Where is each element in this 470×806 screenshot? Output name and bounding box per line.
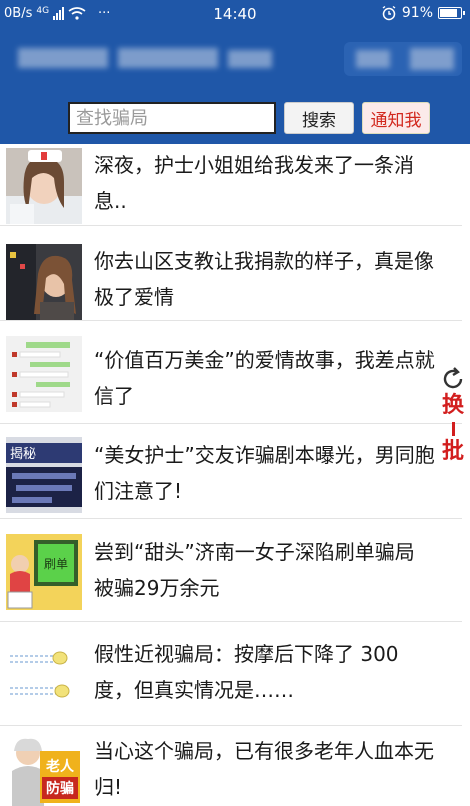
cartoon-scam-thumbnail: 刷单 [6,534,82,610]
notify-button[interactable]: 通知我 [362,102,430,134]
list-item[interactable]: 揭秘 “美女护士”交友诈骗剧本曝光，男同胞们注意了! [0,427,462,519]
alarm-icon [382,5,396,21]
screen-label: 刷单 [44,557,68,571]
list-item[interactable]: 刷单 尝到“甜头”济南一女子深陷刷单骗局 被骗29万余元 [0,522,462,622]
battery-icon [438,7,465,19]
diagram-thumbnail [6,636,82,712]
chat-screenshot-thumbnail [6,336,82,412]
elderly-label-bottom: 防骗 [46,780,74,797]
refresh-icon [443,367,463,389]
article-title: “价值百万美金”的爱情故事，我差点就信了 [94,348,435,408]
status-bar: 0B/s 4G ··· 14:40 91% [0,0,470,28]
list-item[interactable]: 假性近视骗局：按摩后下降了 300 度，但真实情况是…… [0,626,462,726]
list-item[interactable]: 你去山区支教让我捐款的样子，真是像极了爱情 [0,231,462,321]
elderly-label-top: 老人 [46,758,75,775]
search-button[interactable]: 搜索 [284,102,354,134]
blurred-title [228,50,272,68]
status-right: 91% [381,5,465,21]
banner-label: 揭秘 [10,447,36,462]
battery-fill [440,9,458,17]
elderly-scam-thumbnail: 老人 防骗 [6,733,82,806]
blurred-title [18,48,108,68]
refresh-label-top: 换 [441,393,464,418]
blurred-account [410,48,454,70]
article-title: 尝到“甜头”济南一女子深陷刷单骗局 被骗29万余元 [94,540,415,600]
refresh-batch-button[interactable]: 换 批 [437,366,469,486]
article-title: 假性近视骗局：按摩后下降了 300 度，但真实情况是…… [94,642,399,702]
blurred-account [356,50,390,68]
article-title: 当心这个骗局，已有很多老年人血本无归! [94,739,434,799]
blurred-title [118,48,218,68]
nurse-photo-thumbnail [6,148,82,224]
news-banner-thumbnail: 揭秘 [6,437,82,513]
article-title: 深夜，护士小姐姐给我发来了一条消息.. [94,153,414,213]
list-item[interactable]: 深夜，护士小姐姐给我发来了一条消息.. [0,144,462,226]
refresh-divider [451,422,455,436]
article-title: “美女护士”交友诈骗剧本曝光，男同胞们注意了! [94,443,435,503]
refresh-label-bottom: 批 [441,439,464,464]
woman-photo-thumbnail [6,244,82,320]
search-row: 搜索 通知我 [0,100,470,136]
article-title: 你去山区支教让我捐款的样子，真是像极了爱情 [94,249,434,309]
list-item[interactable]: “价值百万美金”的爱情故事，我差点就信了 [0,324,462,424]
battery-percent: 91% [401,5,433,21]
list-item[interactable]: 老人防骗 当心这个骗局，已有很多老年人血本无归! [0,729,462,806]
app-header: 搜索 通知我 [0,28,470,144]
search-input[interactable] [68,102,276,134]
